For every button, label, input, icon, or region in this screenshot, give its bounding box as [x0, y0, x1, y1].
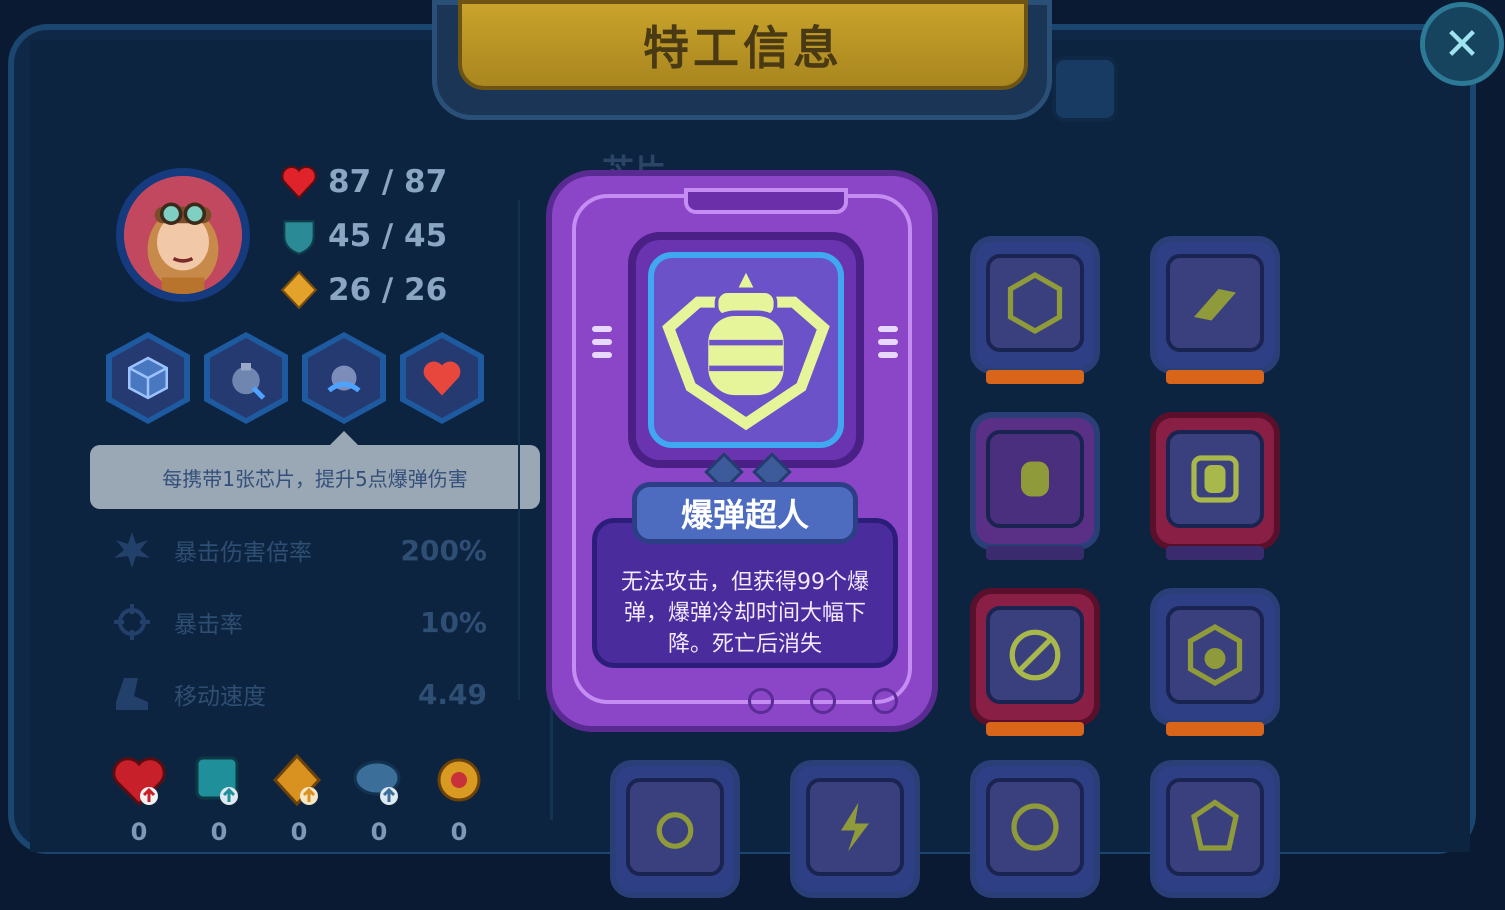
- energy-value: 26 / 26: [328, 272, 448, 308]
- close-button[interactable]: ✕: [1420, 2, 1504, 86]
- equip-slot-gadget[interactable]: [302, 332, 386, 424]
- heart-upgrade-icon: [112, 757, 166, 807]
- chip-tile[interactable]: [1144, 236, 1286, 386]
- attr-value: 10%: [419, 605, 487, 639]
- heart-burst-icon: [423, 361, 461, 396]
- popup-tab: [684, 188, 848, 214]
- upgrade-item-gear[interactable]: 0: [428, 752, 490, 846]
- attr-row-move-speed: 移动速度 4.49: [112, 672, 487, 716]
- upgrade-item-shield[interactable]: 0: [188, 752, 250, 846]
- item-count: 0: [370, 818, 388, 846]
- shield-upgrade-icon: [195, 756, 239, 805]
- no-attack-chip-icon: [1009, 629, 1061, 681]
- dot: [748, 688, 774, 714]
- bomb-crate-chip-icon: [1191, 455, 1239, 503]
- chip-bonus-tooltip: 每携带1张芯片，提升5点爆弹伤害: [90, 431, 540, 509]
- chip-tile[interactable]: [784, 760, 926, 910]
- chip-tile[interactable]: [964, 760, 1106, 910]
- close-icon: ✕: [1443, 18, 1481, 70]
- attr-label: 暴击伤害倍率: [174, 540, 312, 566]
- tooltip-text: 每携带1张芯片，提升5点爆弹伤害: [162, 466, 468, 491]
- bomb-weapon-icon: [232, 363, 266, 400]
- shield-icon: [283, 220, 315, 255]
- bomb-chip-icon: [662, 272, 830, 431]
- chip-name: 爆弹超人: [632, 482, 858, 544]
- gear-upgrade-icon: [437, 758, 481, 802]
- attr-label: 移动速度: [174, 684, 266, 710]
- shield-stat: 45 / 45: [278, 214, 447, 258]
- lion-chip-icon: [1191, 799, 1239, 851]
- agent-portrait-icon: [124, 176, 242, 294]
- cube-armor-icon: [128, 356, 168, 400]
- dot: [810, 688, 836, 714]
- bomb-chip-icon: [1021, 461, 1049, 497]
- chip-tile[interactable]: [964, 236, 1106, 386]
- dot: [872, 688, 898, 714]
- agent-avatar: [116, 168, 250, 302]
- item-count: 0: [130, 818, 148, 846]
- energy-stat: 26 / 26: [278, 268, 447, 312]
- attr-label: 暴击率: [174, 612, 243, 638]
- chip-artwork: [628, 232, 864, 468]
- right-vent-icon: [878, 326, 898, 365]
- equip-slot-weapon[interactable]: [204, 332, 288, 424]
- upgrade-item-heart[interactable]: 0: [108, 752, 170, 846]
- energy-upgrade-icon: [272, 753, 322, 807]
- item-count: 0: [210, 818, 228, 846]
- attr-row-crit-damage: 暴击伤害倍率 200%: [112, 528, 487, 572]
- upgrade-item-weapon[interactable]: 0: [348, 752, 410, 846]
- divider: [518, 200, 520, 700]
- page-dots: [748, 688, 898, 714]
- boot-icon: [116, 678, 148, 710]
- equipment-slots: [106, 332, 484, 424]
- heart-icon: [281, 165, 317, 200]
- burst-icon: [114, 532, 150, 568]
- chip-tile[interactable]: [1144, 760, 1286, 910]
- hp-stat: 87 / 87: [278, 160, 447, 204]
- chip-tile[interactable]: [1144, 412, 1286, 562]
- chips-section-title: 芯片: [602, 152, 667, 172]
- crosshair-icon: [114, 604, 150, 640]
- bug-chip-icon: [1187, 623, 1243, 687]
- chip-tile[interactable]: [1144, 588, 1286, 738]
- chip-tile[interactable]: [964, 412, 1106, 562]
- armor-chip-icon: [1007, 271, 1063, 335]
- chip-name-text: 爆弹超人: [680, 496, 809, 534]
- equip-slot-armor[interactable]: [106, 332, 190, 424]
- title-plate: 特工信息: [458, 0, 1028, 90]
- chip-description-text: 无法攻击，但获得99个爆弹，爆弹冷却时间大幅下降。死亡后消失: [621, 570, 869, 657]
- energy-diamond-icon: [280, 270, 318, 310]
- chip-detail-popup[interactable]: 爆弹超人 无法攻击，但获得99个爆弹，爆弹冷却时间大幅下降。死亡后消失: [546, 170, 938, 732]
- heart-orb-chip-icon: [1011, 803, 1059, 851]
- attr-value: 4.49: [417, 677, 487, 711]
- lightning-chip-icon: [841, 802, 869, 852]
- equip-slot-heart[interactable]: [400, 332, 484, 424]
- chip-partial-tile[interactable]: [1052, 56, 1118, 122]
- attr-value: 200%: [400, 533, 487, 567]
- chip-tile[interactable]: [604, 760, 746, 910]
- weapon-upgrade-icon: [353, 760, 401, 805]
- upgrade-items: 0 0 0 0 0: [108, 752, 490, 846]
- shield-value: 45 / 45: [328, 218, 448, 254]
- page-title: 特工信息: [643, 21, 843, 75]
- mech-gadget-icon: [327, 365, 361, 393]
- chip-tile[interactable]: [964, 588, 1106, 738]
- left-vent-icon: [592, 326, 612, 365]
- hp-value: 87 / 87: [328, 164, 448, 200]
- item-count: 0: [450, 818, 468, 846]
- attr-row-crit-rate: 暴击率 10%: [112, 600, 487, 644]
- speed-boot-chip-icon: [1194, 289, 1236, 321]
- item-count: 0: [290, 818, 308, 846]
- upgrade-item-energy[interactable]: 0: [268, 752, 330, 846]
- gear-chip-icon: [656, 812, 694, 849]
